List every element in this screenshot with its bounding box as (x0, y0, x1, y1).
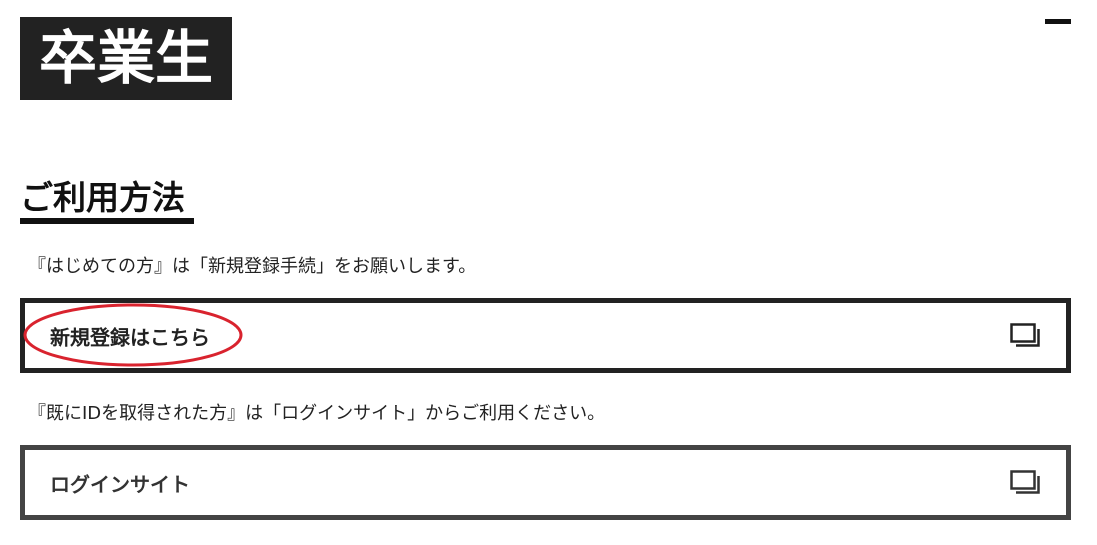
section-title-underline (20, 218, 194, 224)
login-site-link[interactable]: ログインサイト (20, 445, 1071, 520)
login-description: 『既にIDを取得された方』は「ログインサイト」からご利用ください。 (28, 403, 606, 424)
section-title: ご利用方法 (20, 178, 185, 217)
site-logo[interactable]: 卒業生 (20, 17, 232, 100)
new-registration-link[interactable]: 新規登録はこちら (20, 298, 1071, 373)
external-window-icon (1010, 469, 1040, 494)
page: 卒業生 ご利用方法 『はじめての方』は「新規登録手続」をお願いします。 新規登録… (0, 0, 1097, 545)
registration-description: 『はじめての方』は「新規登録手続」をお願いします。 (28, 256, 477, 277)
menu-icon (1045, 18, 1071, 24)
external-window-icon (1010, 322, 1040, 347)
logo-text: 卒業生 (38, 24, 213, 92)
new-registration-label: 新規登録はこちら (50, 325, 210, 349)
hamburger-menu-button[interactable] (1045, 16, 1071, 26)
login-site-label: ログインサイト (50, 472, 190, 496)
